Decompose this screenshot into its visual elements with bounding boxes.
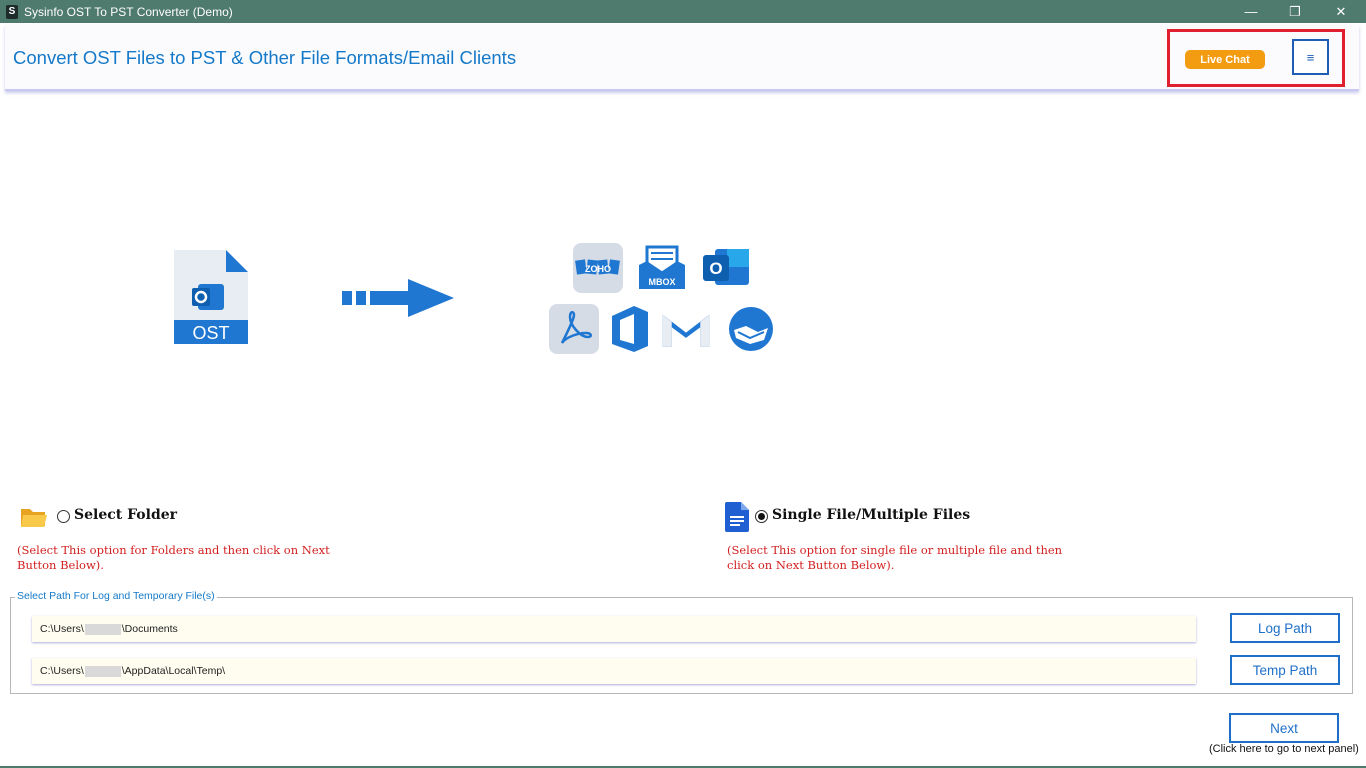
- close-button[interactable]: ✕: [1318, 0, 1364, 23]
- office365-icon: [605, 304, 655, 354]
- restore-button[interactable]: ❐: [1272, 0, 1318, 23]
- gmail-icon: [661, 304, 711, 354]
- next-button[interactable]: Next: [1229, 713, 1339, 743]
- mbox-icon: MBOX: [637, 243, 687, 293]
- svg-text:ZOHO: ZOHO: [585, 264, 611, 274]
- zoho-icon: ZOHO: [573, 243, 623, 293]
- temp-path-field[interactable]: C:\Users\ \AppData\Local\Temp\: [32, 658, 1196, 684]
- minimize-icon: —: [1244, 4, 1258, 19]
- redacted-username: [84, 665, 121, 677]
- thunderbird-icon: [726, 304, 776, 354]
- hamburger-icon: ≡: [1306, 49, 1315, 65]
- folder-icon: [21, 509, 47, 527]
- page-title: Convert OST Files to PST & Other File Fo…: [13, 47, 517, 68]
- app-icon: S: [6, 4, 18, 19]
- path-group-legend: Select Path For Log and Temporary File(s…: [15, 590, 217, 602]
- minimize-button[interactable]: —: [1228, 0, 1274, 23]
- temp-path-button[interactable]: Temp Path: [1230, 655, 1340, 685]
- title-bar: S Sysinfo OST To PST Converter (Demo): [0, 0, 1366, 23]
- live-chat-button[interactable]: Live Chat: [1185, 50, 1265, 69]
- svg-text:O: O: [709, 259, 722, 278]
- log-path-field[interactable]: C:\Users\ \Documents: [32, 616, 1196, 642]
- select-folder-label[interactable]: Select Folder: [74, 507, 177, 523]
- restore-icon: ❐: [1289, 3, 1301, 19]
- menu-button[interactable]: ≡: [1292, 39, 1329, 75]
- pdf-icon: [549, 304, 599, 354]
- select-folder-radio[interactable]: [57, 510, 70, 523]
- single-multiple-files-label[interactable]: Single File/Multiple Files: [772, 507, 970, 523]
- single-multiple-files-hint: (Select This option for single file or m…: [727, 543, 1063, 572]
- close-icon: ✕: [1335, 3, 1347, 19]
- outlook-icon: O: [701, 243, 751, 293]
- single-multiple-files-radio[interactable]: [755, 510, 768, 523]
- arrow-icon: [342, 279, 454, 317]
- redacted-username: [84, 623, 121, 635]
- ost-file-icon: OST: [174, 250, 248, 344]
- document-icon: [725, 502, 749, 532]
- log-path-button[interactable]: Log Path: [1230, 613, 1340, 643]
- select-folder-hint: (Select This option for Folders and then…: [17, 543, 330, 572]
- next-hint: (Click here to go to next panel): [1209, 743, 1359, 755]
- window-title: Sysinfo OST To PST Converter (Demo): [24, 4, 233, 19]
- ost-label: OST: [192, 323, 229, 343]
- header-panel: Convert OST Files to PST & Other File Fo…: [5, 25, 1359, 91]
- svg-text:MBOX: MBOX: [649, 277, 676, 287]
